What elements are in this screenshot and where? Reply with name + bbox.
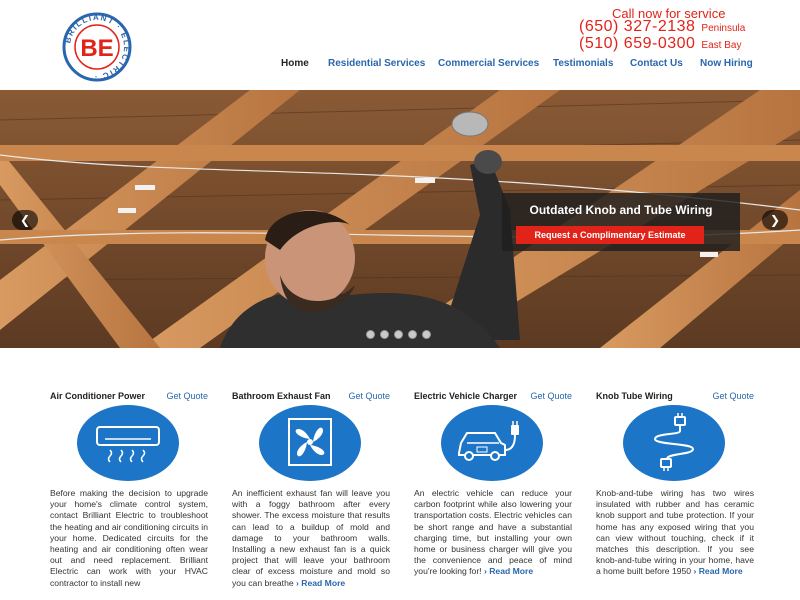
service-description: Knob-and-tube wiring has two wires insul… — [596, 488, 754, 578]
hero-caption: Outdated Knob and Tube Wiring Request a … — [502, 193, 740, 251]
knob-tube-wiring-icon[interactable] — [623, 405, 725, 481]
phone-peninsula[interactable]: (650) 327-2138 Peninsula — [579, 18, 745, 36]
slider-prev-button[interactable]: ❮ — [12, 210, 38, 230]
nav-home[interactable]: Home — [281, 58, 309, 69]
service-bathroom-exhaust-fan: Bathroom Exhaust Fan Get Quote An ineffi… — [232, 388, 390, 600]
service-title[interactable]: Air Conditioner Power — [50, 391, 145, 401]
read-more-link[interactable]: › Read More — [693, 566, 742, 576]
get-quote-link[interactable]: Get Quote — [712, 391, 754, 401]
phone-east-bay[interactable]: (510) 659-0300 East Bay — [579, 35, 741, 53]
service-knob-tube-wiring: Knob Tube Wiring Get Quote Knob-and-tube… — [596, 388, 754, 600]
service-description: Before making the decision to upgrade yo… — [50, 488, 208, 589]
read-more-label[interactable]: Read More — [699, 566, 743, 576]
main-nav: Home Residential Services Commercial Ser… — [0, 58, 800, 74]
service-title[interactable]: Knob Tube Wiring — [596, 391, 673, 401]
ev-charger-icon[interactable] — [441, 405, 543, 481]
slider-dot[interactable] — [422, 330, 431, 339]
nav-testimonials[interactable]: Testimonials — [553, 58, 613, 69]
read-more-label[interactable]: Read More — [489, 566, 533, 576]
nav-residential-services[interactable]: Residential Services — [328, 58, 425, 69]
phone-region: East Bay — [701, 40, 742, 51]
get-quote-link[interactable]: Get Quote — [348, 391, 390, 401]
exhaust-fan-icon[interactable] — [259, 405, 361, 481]
service-description: An inefficient exhaust fan will leave yo… — [232, 488, 390, 589]
slider-dot[interactable] — [366, 330, 375, 339]
service-description: An electric vehicle can reduce your carb… — [414, 488, 572, 578]
read-more-label[interactable]: Read More — [301, 578, 345, 588]
phone-number[interactable]: (650) 327-2138 — [579, 18, 695, 35]
get-quote-link[interactable]: Get Quote — [530, 391, 572, 401]
slider-next-button[interactable]: ❯ — [762, 210, 788, 230]
slider-dot[interactable] — [380, 330, 389, 339]
service-description-text: Before making the decision to upgrade yo… — [50, 488, 208, 588]
site-header: BRILLIANT · ELECTRIC · BE Call now for s… — [0, 0, 800, 90]
hero-slider: ❮ ❯ Outdated Knob and Tube Wiring Reques… — [0, 90, 800, 348]
service-ev-charger: Electric Vehicle Charger Get Quote An el… — [414, 388, 572, 600]
read-more-link[interactable]: › Read More — [484, 566, 533, 576]
service-description-text: An electric vehicle can reduce your carb… — [414, 488, 572, 577]
slider-dot[interactable] — [408, 330, 417, 339]
nav-now-hiring[interactable]: Now Hiring — [700, 58, 753, 69]
request-estimate-button[interactable]: Request a Complimentary Estimate — [516, 226, 704, 244]
service-title[interactable]: Electric Vehicle Charger — [414, 391, 517, 401]
phone-number[interactable]: (510) 659-0300 — [579, 35, 695, 52]
service-description-text: An inefficient exhaust fan will leave yo… — [232, 488, 390, 588]
service-title[interactable]: Bathroom Exhaust Fan — [232, 391, 331, 401]
slider-dots — [366, 330, 436, 340]
service-air-conditioner: Air Conditioner Power Get Quote Before m… — [50, 388, 208, 600]
get-quote-link[interactable]: Get Quote — [166, 391, 208, 401]
read-more-link[interactable]: › Read More — [296, 578, 345, 588]
air-conditioner-icon[interactable] — [77, 405, 179, 481]
phone-region: Peninsula — [701, 23, 746, 34]
hero-caption-title: Outdated Knob and Tube Wiring — [529, 203, 713, 217]
nav-commercial-services[interactable]: Commercial Services — [438, 58, 539, 69]
service-description-text: Knob-and-tube wiring has two wires insul… — [596, 488, 754, 577]
nav-contact-us[interactable]: Contact Us — [630, 58, 683, 69]
slider-dot[interactable] — [394, 330, 403, 339]
